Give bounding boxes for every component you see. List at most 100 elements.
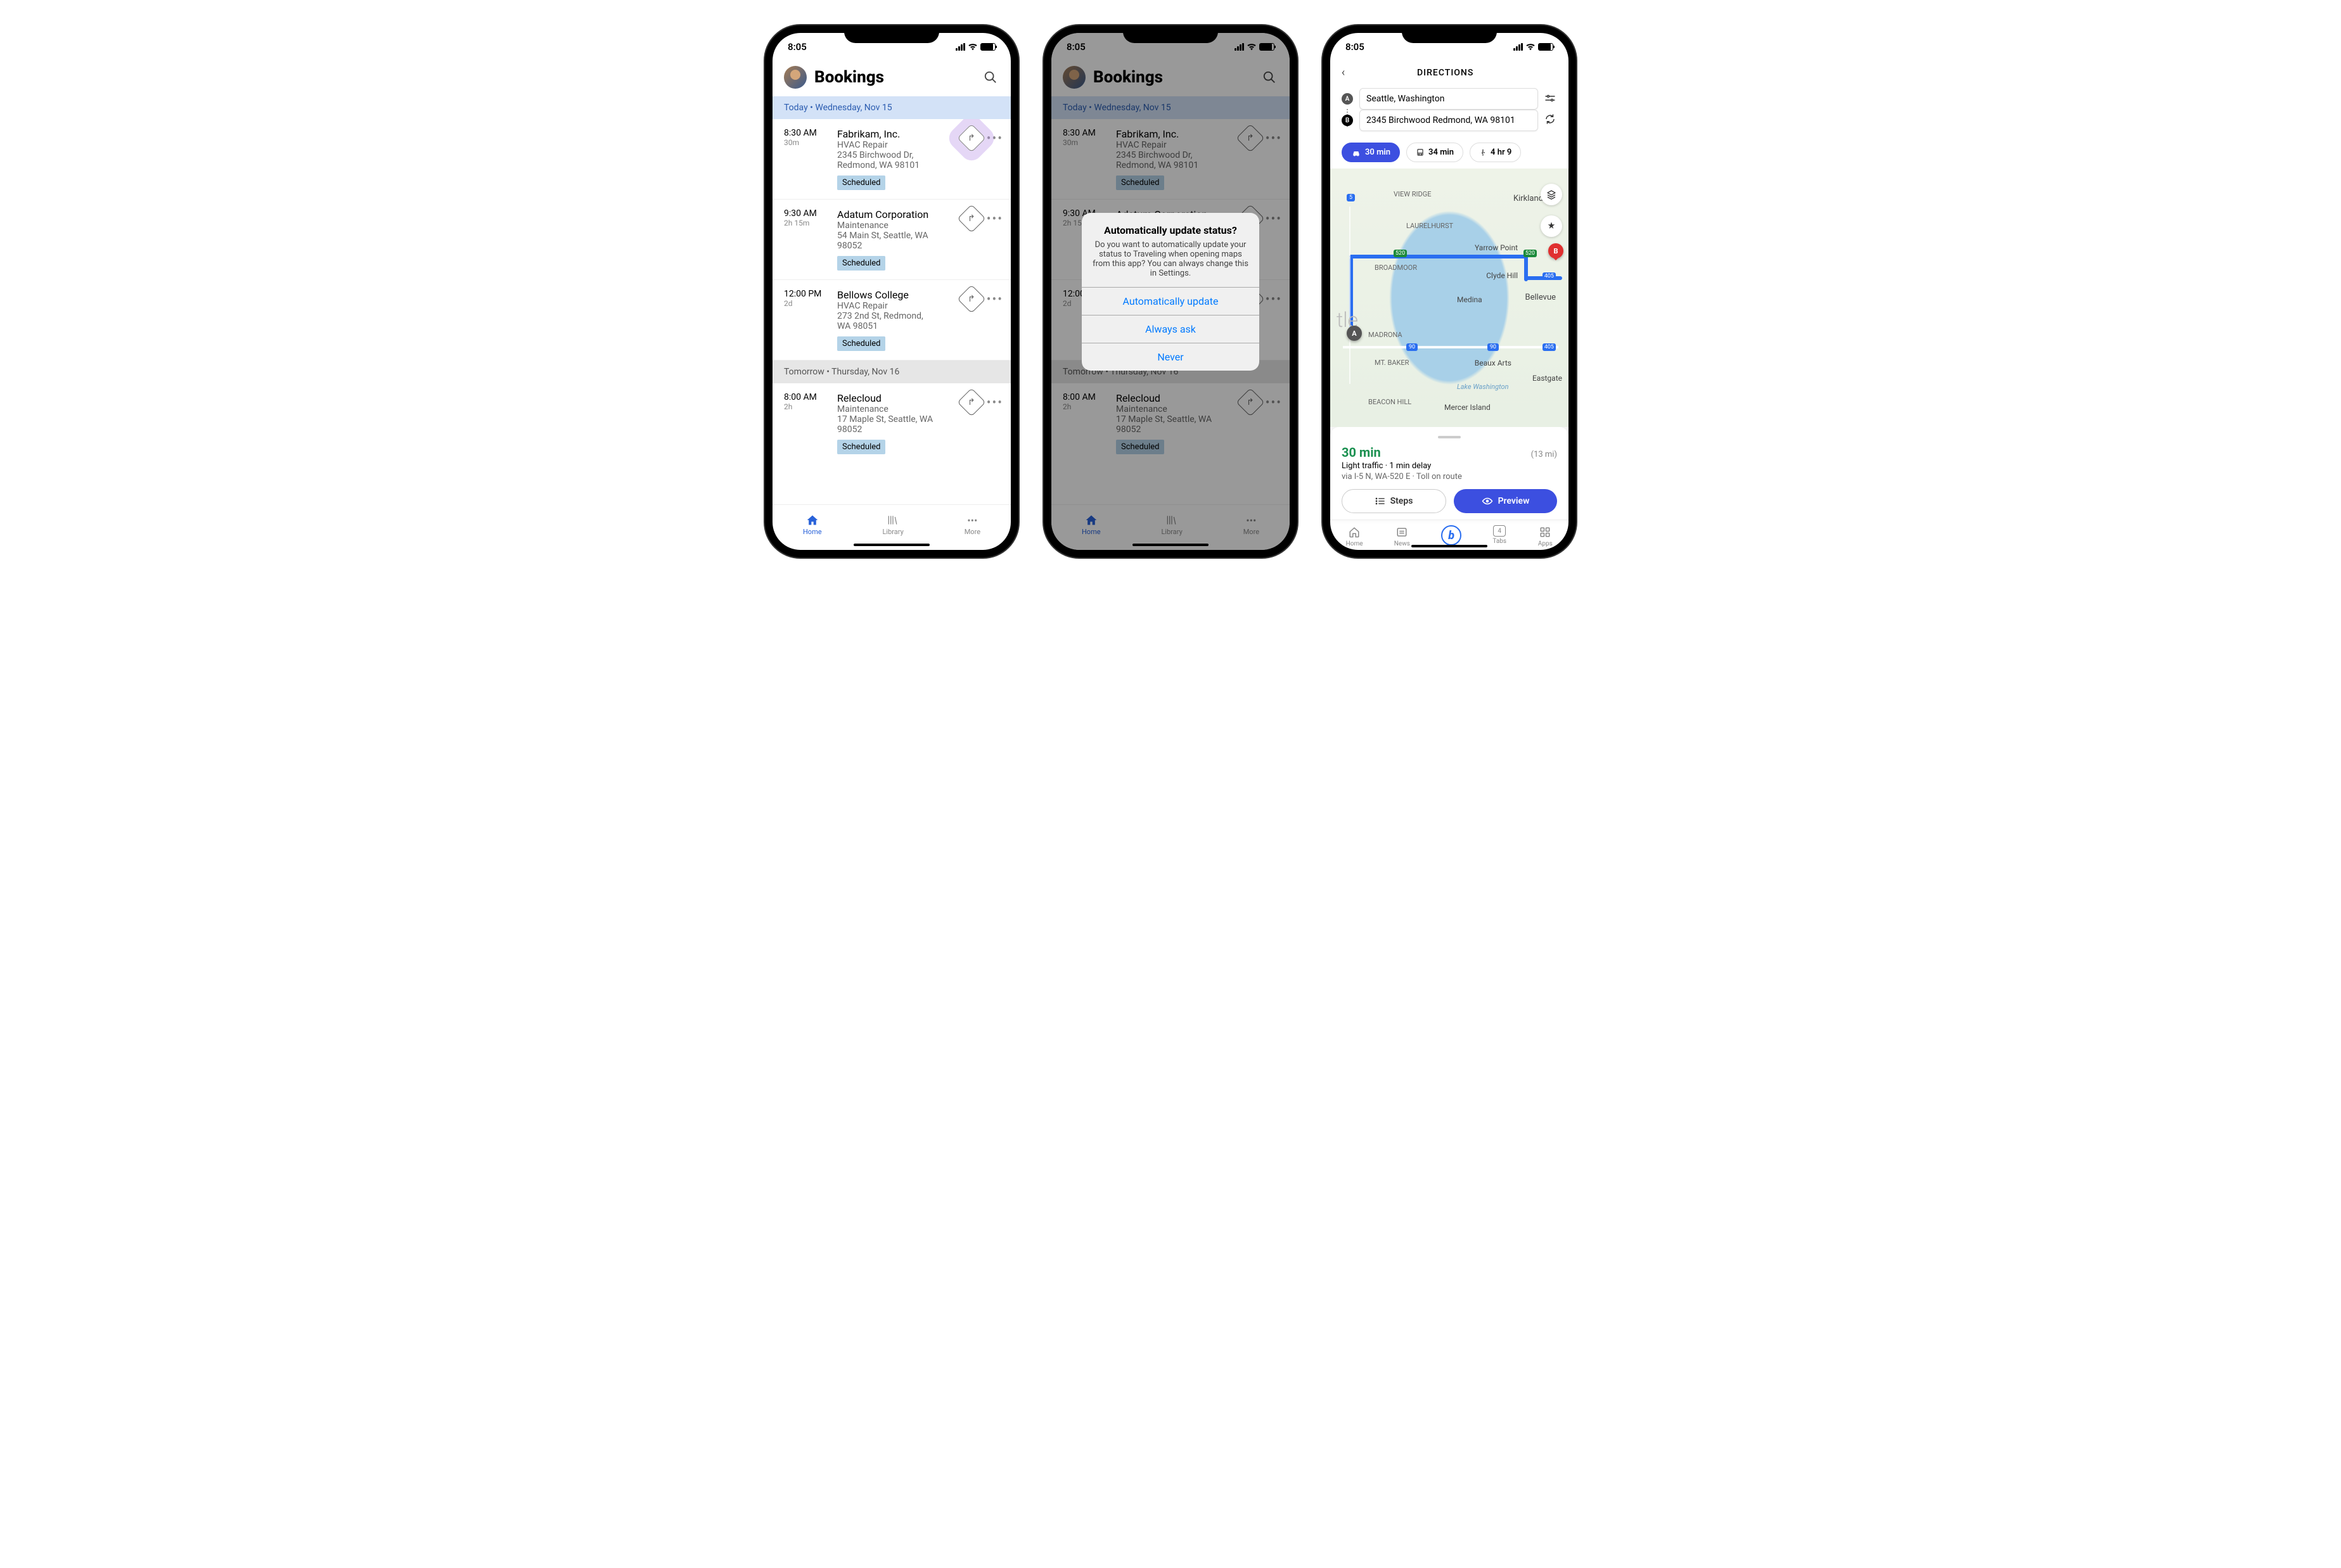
- bus-icon: [1416, 148, 1425, 157]
- wifi-icon: [1525, 43, 1536, 51]
- mode-car-pill[interactable]: 30 min: [1342, 143, 1400, 162]
- sparkle-icon: [1546, 221, 1556, 231]
- more-icon[interactable]: •••: [987, 291, 1003, 307]
- route-shield: 520: [1394, 250, 1407, 257]
- tabs-icon: 4: [1493, 525, 1506, 537]
- map-label: LAURELHURST: [1406, 222, 1453, 230]
- battery-icon: [1538, 43, 1553, 51]
- booking-row[interactable]: 9:30 AM2h 15m Adatum Corporation Mainten…: [773, 200, 1011, 280]
- status-badge: Scheduled: [837, 440, 885, 454]
- home-icon: [1347, 525, 1362, 539]
- drag-handle[interactable]: [1438, 436, 1461, 438]
- steps-button[interactable]: Steps: [1342, 489, 1446, 513]
- map-label: Mercer Island: [1444, 403, 1491, 412]
- clock: 8:05: [1345, 41, 1364, 53]
- car-icon: [1351, 148, 1361, 157]
- route-card[interactable]: 30 min (13 mi) Light traffic · 1 min del…: [1330, 427, 1568, 519]
- status-badge: Scheduled: [837, 336, 885, 351]
- map-label: BEACON HILL: [1368, 398, 1411, 406]
- route-shield: 405: [1542, 272, 1556, 280]
- booking-time: 12:00 PM: [784, 289, 830, 299]
- section-header-tomorrow: Tomorrow • Thursday, Nov 16: [773, 360, 1011, 383]
- booking-row[interactable]: 8:00 AM2h Relecloud Maintenance 17 Maple…: [773, 383, 1011, 463]
- modal-overlay[interactable]: Automatically update status? Do you want…: [1051, 33, 1290, 550]
- map-viewport[interactable]: VIEW RIDGE Kirkland LAURELHURST Yarrow P…: [1330, 169, 1568, 427]
- map-label: MADRONA: [1368, 331, 1402, 339]
- alert-dialog: Automatically update status? Do you want…: [1082, 213, 1259, 371]
- filter-icon[interactable]: [1544, 93, 1557, 105]
- more-icon[interactable]: •••: [987, 211, 1003, 226]
- pin-b-icon: B: [1342, 115, 1353, 126]
- booking-address: 98052: [837, 424, 954, 435]
- avatar[interactable]: [784, 66, 807, 89]
- layers-button[interactable]: [1541, 184, 1562, 205]
- alert-btn-ask[interactable]: Always ask: [1082, 315, 1259, 343]
- library-icon: [885, 514, 901, 526]
- tab-apps[interactable]: Apps: [1537, 525, 1553, 547]
- home-icon: [805, 514, 820, 526]
- directions-button[interactable]: ↱: [957, 124, 985, 152]
- status-badge: Scheduled: [837, 175, 885, 190]
- page-title: DIRECTIONS: [1351, 68, 1539, 78]
- tab-library[interactable]: Library: [882, 514, 903, 536]
- from-input[interactable]: Seattle, Washington: [1359, 88, 1538, 110]
- list-icon: [1375, 497, 1385, 506]
- tab-more[interactable]: ••• More: [965, 514, 980, 536]
- back-button[interactable]: ‹: [1342, 66, 1345, 79]
- booking-address: Redmond, WA 98101: [837, 160, 954, 170]
- route-distance: (13 mi): [1531, 450, 1557, 459]
- booking-duration: 2h: [784, 402, 830, 411]
- directions-button[interactable]: ↱: [957, 284, 985, 313]
- booking-address: 2345 Birchwood Dr,: [837, 150, 954, 160]
- tab-tabs[interactable]: 4Tabs: [1492, 525, 1506, 547]
- mode-walk-pill[interactable]: 4 hr 9: [1470, 143, 1521, 162]
- walk-icon: [1479, 148, 1487, 157]
- booking-time: 9:30 AM: [784, 208, 830, 219]
- map-label: Beaux Arts: [1475, 359, 1511, 367]
- mode-transit-pill[interactable]: 34 min: [1406, 143, 1463, 162]
- tab-home[interactable]: Home: [1346, 525, 1363, 547]
- home-indicator[interactable]: [854, 544, 930, 546]
- directions-button[interactable]: ↱: [957, 388, 985, 416]
- booking-duration: 2d: [784, 299, 830, 308]
- booking-title: Relecloud: [837, 392, 954, 404]
- booking-title: Fabrikam, Inc.: [837, 128, 954, 140]
- map-label: Bellevue: [1525, 293, 1556, 302]
- more-icon[interactable]: •••: [987, 131, 1003, 146]
- traffic-button[interactable]: [1541, 215, 1562, 237]
- booking-address: 98052: [837, 241, 954, 251]
- route-shield: 520: [1523, 250, 1537, 257]
- preview-button[interactable]: Preview: [1454, 489, 1557, 513]
- wifi-icon: [968, 43, 978, 51]
- booking-duration: 30m: [784, 138, 830, 147]
- to-input[interactable]: 2345 Birchwood Redmond, WA 98101: [1359, 110, 1538, 131]
- tab-news[interactable]: News: [1394, 525, 1410, 547]
- alert-btn-never[interactable]: Never: [1082, 343, 1259, 371]
- map-marker-a[interactable]: A: [1347, 326, 1362, 341]
- alert-btn-auto[interactable]: Automatically update: [1082, 287, 1259, 315]
- search-icon[interactable]: [982, 68, 999, 86]
- tab-bing[interactable]: b: [1441, 525, 1461, 547]
- booking-row[interactable]: 8:30 AM30m Fabrikam, Inc. HVAC Repair 23…: [773, 119, 1011, 200]
- map-label: VIEW RIDGE: [1394, 190, 1431, 198]
- home-indicator[interactable]: [1411, 545, 1487, 547]
- directions-button[interactable]: ↱: [957, 204, 985, 233]
- apps-icon: [1537, 525, 1553, 539]
- mode-transit-label: 34 min: [1428, 148, 1454, 157]
- more-icon[interactable]: •••: [987, 395, 1003, 410]
- layers-icon: [1546, 189, 1556, 200]
- swap-icon[interactable]: [1544, 113, 1557, 127]
- route-shield: 405: [1542, 343, 1556, 351]
- booking-subtitle: Maintenance: [837, 220, 954, 231]
- booking-row[interactable]: 12:00 PM2d Bellows College HVAC Repair 2…: [773, 280, 1011, 360]
- status-bar: 8:05: [1330, 33, 1568, 61]
- booking-time: 8:00 AM: [784, 392, 830, 402]
- map-marker-b[interactable]: B: [1548, 243, 1563, 258]
- tab-home[interactable]: Home: [803, 514, 822, 536]
- route-shield: 90: [1406, 343, 1418, 351]
- page-title: Bookings: [814, 68, 974, 87]
- booking-address: WA 98051: [837, 321, 954, 331]
- mode-car-label: 30 min: [1365, 148, 1390, 157]
- battery-icon: [980, 43, 996, 51]
- route-duration: 30 min: [1342, 445, 1381, 460]
